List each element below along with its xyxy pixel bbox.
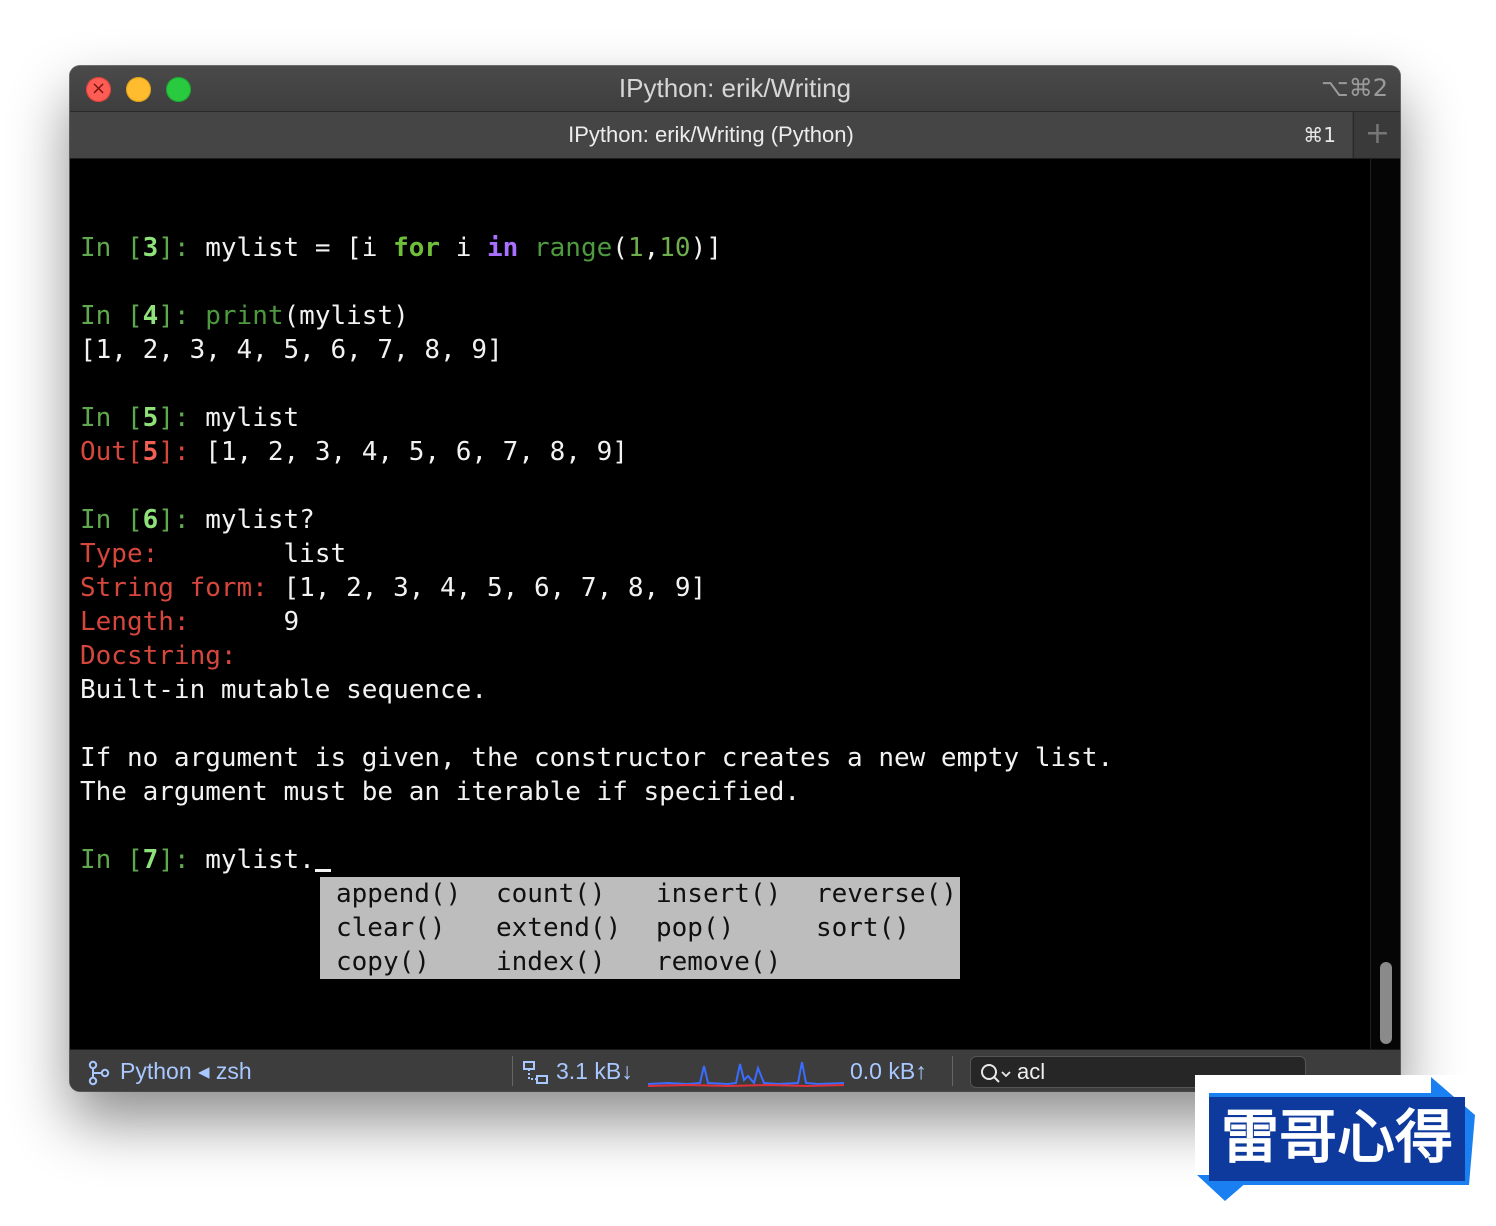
completion-item[interactable]: index() (496, 945, 606, 979)
title-bar: IPython: erik/Writing ⌥⌘2 (70, 66, 1400, 112)
scrollbar[interactable] (1370, 159, 1400, 1049)
info-value: list (283, 539, 347, 569)
tab-python[interactable]: IPython: erik/Writing (Python) ⌘1 (70, 112, 1352, 158)
output-value: [1, 2, 3, 4, 5, 6, 7, 8, 9] (205, 437, 628, 467)
network-graph (647, 1050, 845, 1091)
prompt-in: In [ (80, 403, 143, 433)
completion-item[interactable]: extend() (496, 911, 621, 945)
code-part: , (643, 233, 660, 263)
completion-item[interactable]: clear() (336, 911, 446, 945)
completion-item[interactable]: count() (496, 877, 606, 911)
docstring-text: The argument must be an iterable if spec… (80, 777, 801, 807)
prompt-close: ]: (158, 845, 206, 875)
input-line-5: In [5]: mylist (80, 401, 299, 435)
number-literal: 10 (659, 233, 691, 263)
prompt-number: 3 (142, 233, 159, 263)
code-part (518, 233, 534, 263)
info-value: [1, 2, 3, 4, 5, 6, 7, 8, 9] (283, 573, 707, 603)
code-part: mylist. (205, 845, 315, 875)
prompt-number: 6 (142, 505, 159, 535)
network-icon (522, 1050, 550, 1091)
output-line-5: Out[5]: [1, 2, 3, 4, 5, 6, 7, 8, 9] (80, 435, 628, 469)
scrollbar-thumb[interactable] (1380, 962, 1392, 1044)
git-branch-icon (88, 1050, 110, 1091)
prompt-close: ]: (158, 505, 206, 535)
info-label: Length: (80, 607, 190, 637)
builtin-range: range (534, 233, 613, 263)
keyword-for: for (393, 233, 441, 263)
docstring-text: Built-in mutable sequence. (80, 675, 487, 705)
info-pad (190, 607, 284, 637)
info-length: Length: 9 (80, 605, 299, 639)
network-down: 3.1 kB↓ (556, 1058, 633, 1084)
tab-shortcut: ⌘1 (1303, 123, 1336, 147)
network-up: 0.0 kB↑ (850, 1058, 927, 1084)
code-part: mylist? (205, 505, 315, 535)
session-name[interactable]: Python ◂ zsh (120, 1050, 252, 1091)
info-docstring: Docstring: (80, 639, 237, 673)
completion-item[interactable]: copy() (336, 945, 430, 979)
info-pad (158, 539, 283, 569)
window-shortcut: ⌥⌘2 (1321, 74, 1388, 102)
prompt-close: ]: (158, 403, 206, 433)
terminal-window: IPython: erik/Writing ⌥⌘2 IPython: erik/… (70, 66, 1400, 1091)
tab-bar: IPython: erik/Writing (Python) ⌘1 + (70, 112, 1400, 159)
prompt-out: Out[ (80, 437, 143, 467)
prompt-in: In [ (80, 845, 143, 875)
search-value: acl (1017, 1059, 1046, 1084)
builtin-print: print (205, 301, 284, 331)
prompt-close: ]: (158, 437, 206, 467)
watermark-logo: 雷哥心得 (1195, 1075, 1477, 1205)
info-label: Type: (80, 539, 159, 569)
code-part: ( (612, 233, 628, 263)
input-line-6: In [6]: mylist? (80, 503, 315, 537)
prompt-number: 4 (142, 301, 159, 331)
completion-item[interactable]: insert() (656, 877, 781, 911)
prompt-number: 5 (142, 403, 159, 433)
prompt-in: In [ (80, 505, 143, 535)
status-divider (952, 1056, 953, 1086)
info-type: Type: list (80, 537, 346, 571)
prompt-close: ]: (158, 301, 206, 331)
watermark-text: 雷哥心得 (1221, 1103, 1453, 1171)
code-part: )] (690, 233, 722, 263)
completion-menu: append() count() insert() reverse() clea… (320, 877, 960, 979)
keyword-in: in (487, 233, 519, 263)
prompt-in: In [ (80, 233, 143, 263)
code-part: mylist = [i (205, 233, 394, 263)
info-label: String form: (80, 573, 268, 603)
input-line-4: In [4]: print(mylist) (80, 299, 409, 333)
new-tab-button[interactable]: + (1353, 112, 1400, 158)
prompt-in: In [ (80, 301, 143, 331)
text-cursor (314, 869, 331, 872)
prompt-number: 7 (142, 845, 159, 875)
code-part: (mylist) (283, 301, 409, 331)
info-label: Docstring: (80, 641, 237, 671)
info-string-form: String form: [1, 2, 3, 4, 5, 6, 7, 8, 9] (80, 571, 706, 605)
number-literal: 1 (627, 233, 644, 263)
completion-item[interactable]: remove() (656, 945, 781, 979)
input-line-7[interactable]: In [7]: mylist. (80, 843, 331, 877)
terminal-output[interactable]: In [3]: mylist = [i for i in range(1,10)… (70, 159, 1370, 1049)
code-part: i (440, 233, 488, 263)
completion-item[interactable]: pop() (656, 911, 734, 945)
status-divider (512, 1056, 513, 1086)
info-value: 9 (283, 607, 300, 637)
docstring-text: If no argument is given, the constructor… (80, 743, 1114, 773)
window-title: IPython: erik/Writing (618, 73, 852, 103)
code-part: mylist (205, 403, 300, 433)
completion-item[interactable]: sort() (816, 911, 910, 945)
info-pad (268, 573, 284, 603)
completion-item[interactable]: append() (336, 877, 461, 911)
search-icon (979, 1051, 1013, 1091)
tab-title: IPython: erik/Writing (Python) (568, 122, 854, 147)
output-text: [1, 2, 3, 4, 5, 6, 7, 8, 9] (80, 335, 503, 365)
input-line-3: In [3]: mylist = [i for i in range(1,10)… (80, 231, 722, 265)
prompt-close: ]: (158, 233, 206, 263)
completion-item[interactable]: reverse() (816, 877, 957, 911)
prompt-number: 5 (142, 437, 159, 467)
